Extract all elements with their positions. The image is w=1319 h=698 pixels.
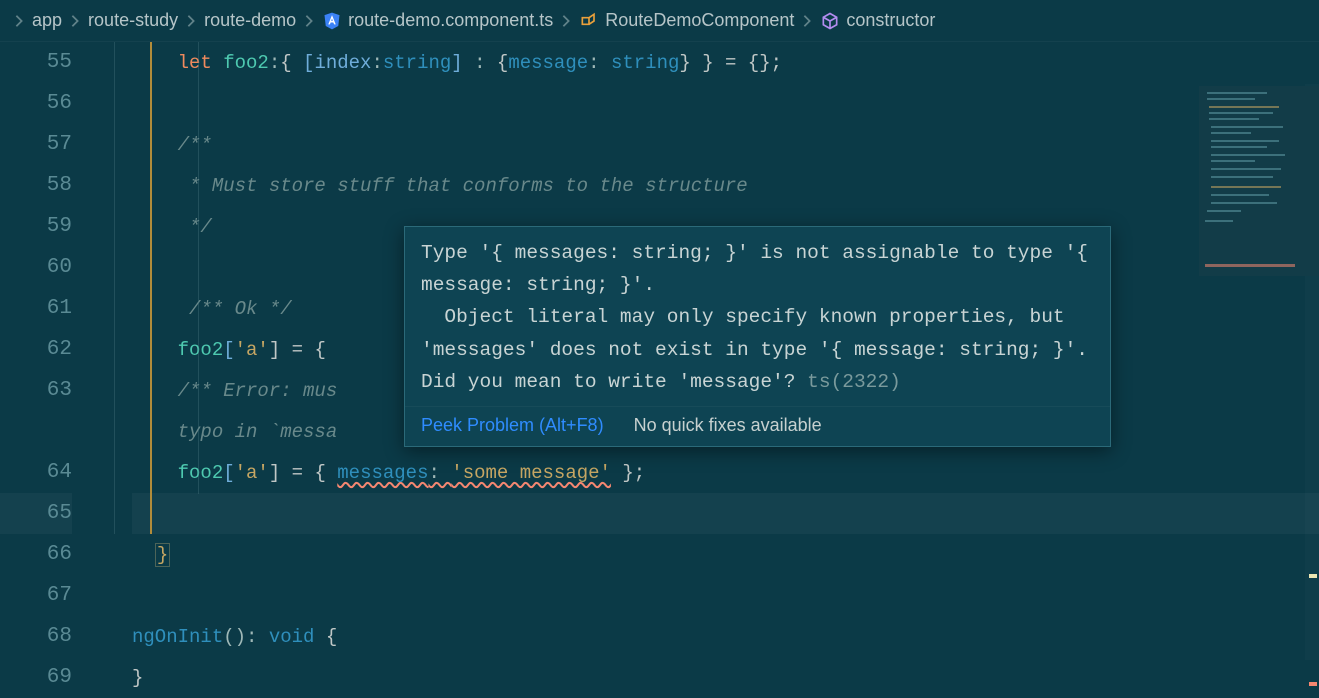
token-punct: ()	[223, 626, 246, 648]
token-comment: /**	[178, 134, 212, 156]
token-type: string	[383, 52, 451, 74]
token-variable: foo2	[178, 462, 224, 484]
token-keyword: let	[178, 52, 224, 74]
line-number: 62	[47, 338, 72, 361]
line-number: 69	[47, 666, 72, 689]
token-bracket: [	[223, 339, 234, 361]
token-comment: /** Ok */	[178, 298, 292, 320]
chevron-right-icon	[184, 14, 198, 28]
token-variable: foo2	[178, 339, 224, 361]
token-comment: /** Error: mus	[178, 380, 338, 402]
hover-error-code: ts(2322)	[807, 371, 901, 393]
token-brace-match: }	[155, 543, 170, 567]
line-number: 56	[47, 92, 72, 115]
chevron-right-icon	[12, 14, 26, 28]
crumb-app[interactable]: app	[32, 10, 62, 31]
token-brace: {	[314, 626, 337, 648]
token-bracket: ]	[451, 52, 462, 74]
line-number: 59	[47, 215, 72, 238]
crumb-route-demo[interactable]: route-demo	[204, 10, 296, 31]
line-number-gutter: 55 56 57 58 59 60 61 62 63 64 65 66 67 6…	[0, 42, 94, 660]
line-number: 67	[47, 584, 72, 607]
crumb-route-study[interactable]: route-study	[88, 10, 178, 31]
hover-text: Type '{ messages: string; }' is not assi…	[421, 242, 1100, 296]
token-string: 'a'	[235, 462, 269, 484]
line-number: 61	[47, 297, 72, 320]
crumb-label: constructor	[846, 10, 935, 31]
token-punct: :	[246, 626, 269, 648]
token-variable: foo2	[223, 52, 269, 74]
token-property: message	[508, 52, 588, 74]
minimap[interactable]	[1199, 86, 1319, 276]
token-brace: }	[679, 52, 690, 74]
token-method: ngOnInit	[132, 626, 223, 648]
line-number: 57	[47, 133, 72, 156]
code-editor[interactable]: 55 56 57 58 59 60 61 62 63 64 65 66 67 6…	[0, 42, 1319, 660]
symbol-class-icon	[579, 11, 599, 31]
hover-footer: Peek Problem (Alt+F8) No quick fixes ava…	[405, 406, 1110, 446]
crumb-label: route-study	[88, 10, 178, 31]
line-number: 58	[47, 174, 72, 197]
token-punct: :	[428, 462, 451, 484]
token-type: void	[269, 626, 315, 648]
line-number: 64	[47, 461, 72, 484]
symbol-method-icon	[820, 11, 840, 31]
token-comment: * Must store stuff that conforms to the …	[178, 175, 748, 197]
peek-problem-link[interactable]: Peek Problem (Alt+F8)	[421, 415, 604, 436]
chevron-right-icon	[68, 14, 82, 28]
error-marker[interactable]	[1309, 682, 1317, 686]
line-number: 55	[47, 51, 72, 74]
token-brace: };	[611, 462, 645, 484]
token-brace: } = {};	[691, 52, 782, 74]
hover-message: Type '{ messages: string; }' is not assi…	[405, 227, 1110, 406]
crumb-label: RouteDemoComponent	[605, 10, 794, 31]
line-number: 63	[47, 379, 72, 402]
crumb-label: route-demo.component.ts	[348, 10, 553, 31]
token-punct: :	[371, 52, 382, 74]
token-identifier: index	[314, 52, 371, 74]
token-comment: typo in `messa	[178, 421, 338, 443]
token-brace: ] = {	[269, 462, 337, 484]
crumb-class[interactable]: RouteDemoComponent	[579, 10, 794, 31]
line-number: 68	[47, 625, 72, 648]
token-string: 'a'	[235, 339, 269, 361]
angular-shield-icon	[322, 11, 342, 31]
crumb-label: route-demo	[204, 10, 296, 31]
breadcrumb: app route-study route-demo route-demo.co…	[0, 0, 1319, 42]
token-brace: {	[497, 52, 508, 74]
crumb-label: app	[32, 10, 62, 31]
token-bracket: [	[303, 52, 314, 74]
token-punct: :	[463, 52, 497, 74]
crumb-file[interactable]: route-demo.component.ts	[322, 10, 553, 31]
hover-text: Object literal may only specify known pr…	[421, 306, 1100, 392]
indent-guides	[94, 42, 132, 660]
token-punct: :	[269, 52, 280, 74]
token-brace: {	[280, 52, 303, 74]
token-brace: }	[132, 667, 143, 689]
token-brace: ] = {	[269, 339, 337, 361]
token-punct: :	[588, 52, 611, 74]
token-error-property: messages	[337, 462, 428, 484]
line-number: 66	[47, 543, 72, 566]
token-comment: */	[178, 216, 212, 238]
no-quick-fix-label: No quick fixes available	[634, 415, 822, 436]
token-string: 'some message'	[451, 462, 611, 484]
token-bracket: [	[223, 462, 234, 484]
chevron-right-icon	[559, 14, 573, 28]
line-number: 60	[47, 256, 72, 279]
crumb-method[interactable]: constructor	[820, 10, 935, 31]
hover-widget: Type '{ messages: string; }' is not assi…	[404, 226, 1111, 447]
token-type: string	[611, 52, 679, 74]
chevron-right-icon	[302, 14, 316, 28]
cursor-marker	[1309, 574, 1317, 578]
line-number: 65	[47, 502, 72, 525]
chevron-right-icon	[800, 14, 814, 28]
